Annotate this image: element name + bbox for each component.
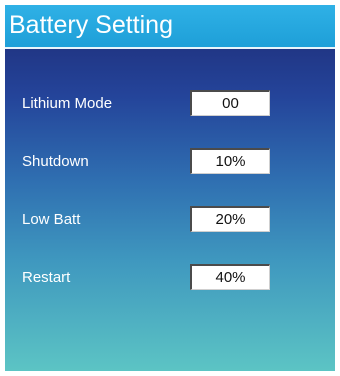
low-batt-label: Low Batt (22, 211, 81, 228)
lithium-mode-label: Lithium Mode (22, 95, 113, 112)
battery-setting-screen: Battery Setting Lithium Mode 00 Shutdown… (5, 5, 335, 371)
title-bar: Battery Setting (5, 5, 335, 49)
restart-value-field[interactable]: 40% (190, 264, 270, 290)
shutdown-value-field[interactable]: 10% (190, 148, 270, 174)
low-batt-value-field[interactable]: 20% (190, 206, 270, 232)
shutdown-label: Shutdown (22, 153, 89, 170)
restart-label: Restart (22, 269, 71, 286)
page-title: Battery Setting (9, 11, 173, 39)
lithium-mode-value-field[interactable]: 00 (190, 90, 270, 116)
